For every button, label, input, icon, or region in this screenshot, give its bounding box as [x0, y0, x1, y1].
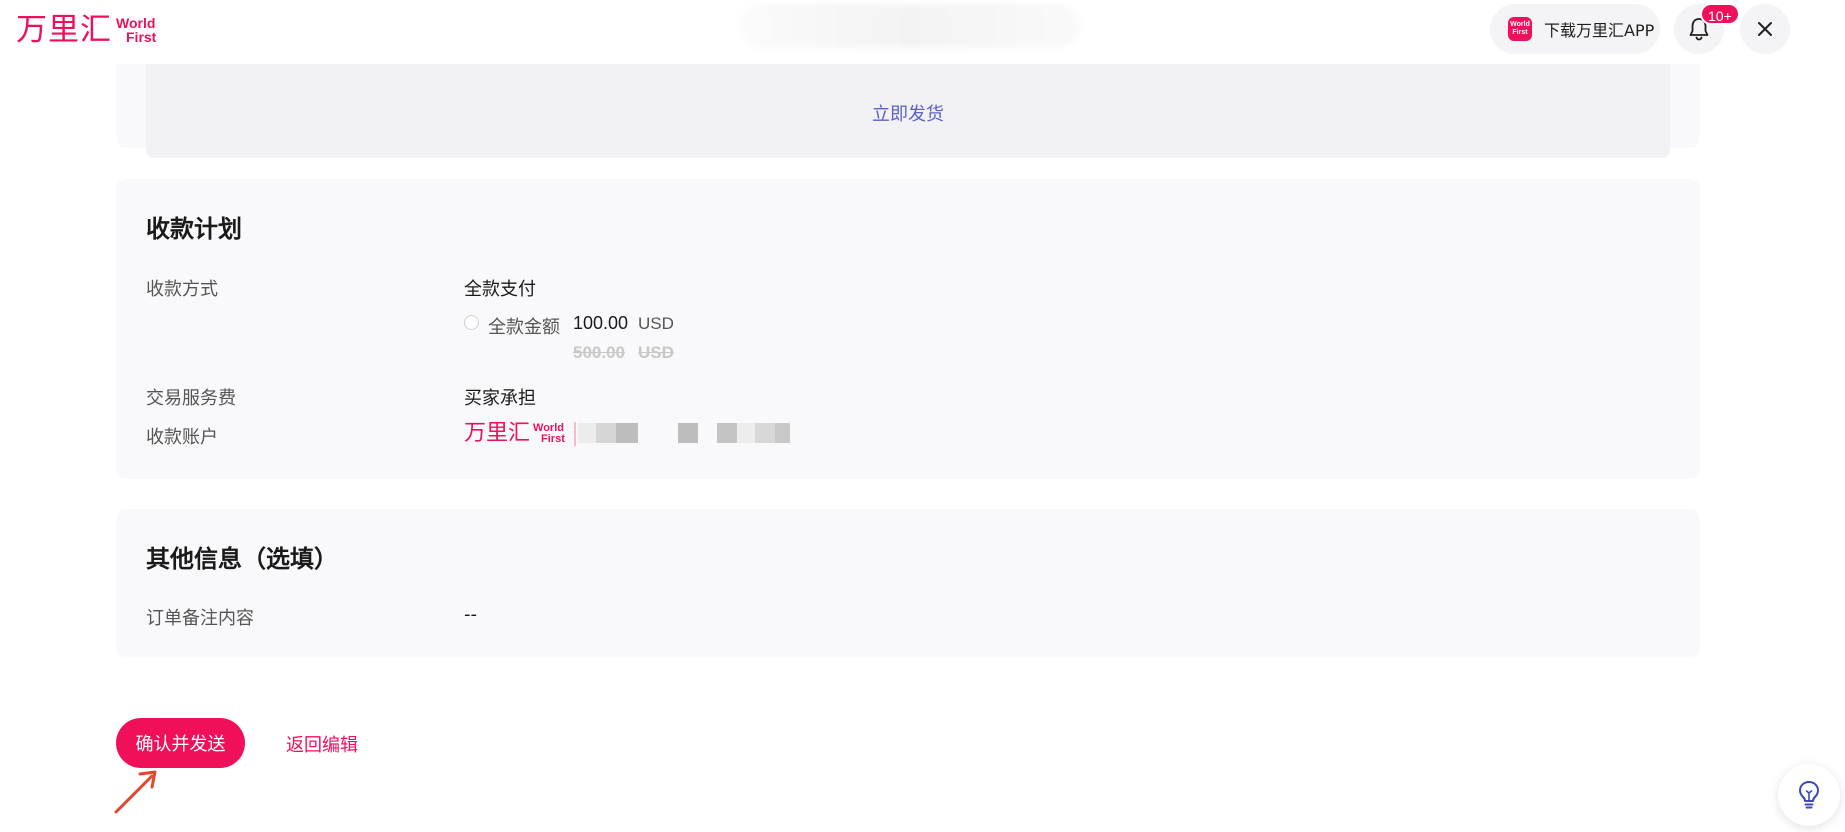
- worldfirst-app-icon: World First: [1508, 17, 1532, 41]
- close-button[interactable]: [1740, 4, 1790, 54]
- logo-en-text: World First: [116, 15, 157, 45]
- service-fee-label: 交易服务费: [146, 388, 236, 409]
- tips-button[interactable]: [1778, 764, 1840, 826]
- masked-account-block: [596, 423, 616, 443]
- order-remark-value: --: [464, 604, 477, 625]
- full-amount-radio[interactable]: [464, 315, 479, 330]
- masked-account-block: [737, 423, 755, 443]
- download-app-button[interactable]: World First 下载万里汇APP: [1490, 4, 1660, 54]
- account-divider: [574, 422, 576, 446]
- full-amount-label: 全款金额: [488, 317, 560, 338]
- logo-cn-text: 万里汇: [16, 12, 112, 48]
- masked-account-block: [578, 423, 596, 443]
- masked-account-block: [616, 423, 638, 443]
- original-amount-currency: USD: [638, 343, 674, 362]
- notification-badge: 10+: [1700, 3, 1740, 25]
- back-to-edit-link[interactable]: 返回编辑: [286, 731, 358, 757]
- download-app-label: 下载万里汇APP: [1544, 21, 1655, 40]
- other-info-title: 其他信息（选填）: [146, 545, 338, 573]
- masked-account-block: [775, 423, 790, 443]
- payment-method-value: 全款支付: [464, 279, 536, 300]
- payment-method-label: 收款方式: [146, 279, 218, 300]
- payment-plan-title: 收款计划: [146, 215, 242, 243]
- arrow-annotation-icon: [114, 770, 157, 814]
- worldfirst-logo[interactable]: 万里汇 World First: [16, 12, 156, 48]
- full-amount-value: 100.00: [573, 313, 629, 333]
- service-fee-value: 买家承担: [464, 388, 536, 409]
- receiving-account-label: 收款账户: [146, 427, 218, 448]
- masked-account-block: [678, 423, 698, 443]
- order-remark-label: 订单备注内容: [146, 608, 254, 629]
- blurred-search-area: [740, 4, 1080, 48]
- close-icon: [1758, 22, 1772, 36]
- ship-now-link[interactable]: 立即发货: [146, 100, 1670, 126]
- lightbulb-icon: [1799, 781, 1819, 809]
- masked-account-block: [717, 423, 737, 443]
- masked-account-block: [755, 423, 775, 443]
- other-info-card: 其他信息（选填） 订单备注内容 --: [116, 509, 1700, 657]
- original-amount-value: 500.00: [573, 343, 625, 362]
- payment-plan-card: 收款计划 收款方式 全款支付 全款金额 100.00 USD 500.00 US…: [116, 179, 1700, 479]
- account-worldfirst-logo: 万里汇 World First: [464, 421, 565, 446]
- top-bar: 万里汇 World First World First 下载万里汇APP 10+: [0, 0, 1845, 64]
- shipping-inner-panel: 立即发货: [146, 64, 1670, 158]
- full-amount-currency: USD: [638, 314, 674, 333]
